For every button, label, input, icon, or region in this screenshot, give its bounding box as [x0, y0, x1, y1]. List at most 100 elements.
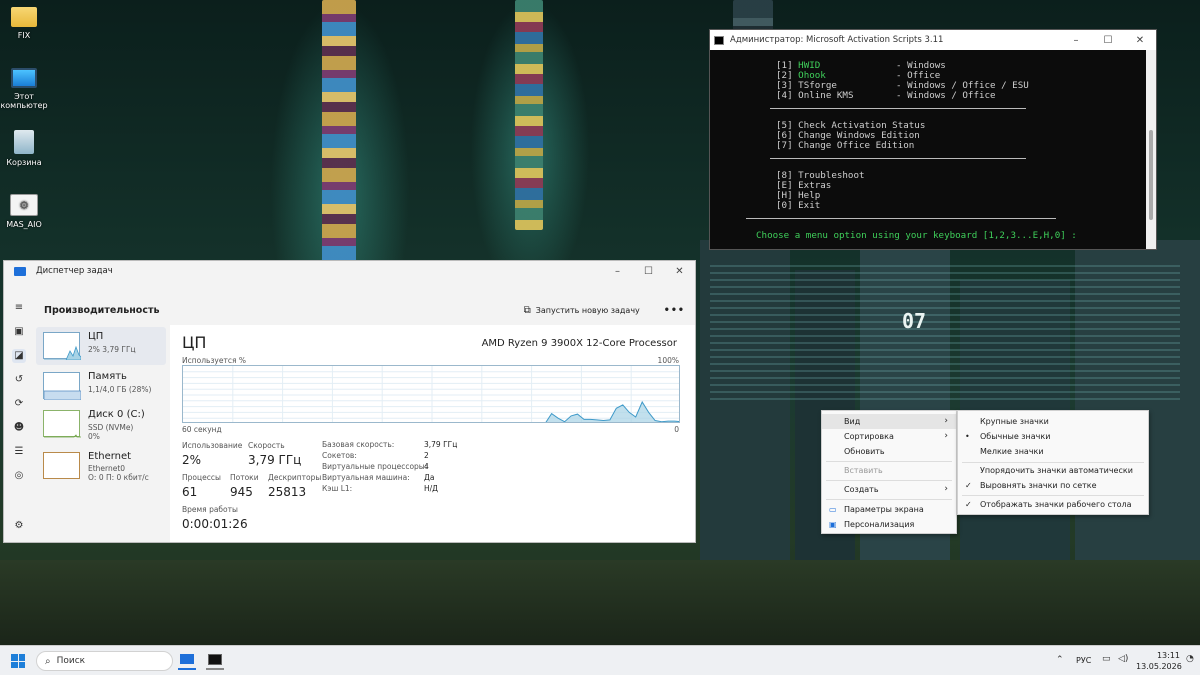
taskbar-app-cmd[interactable] — [206, 652, 224, 670]
handles-value: 25813 — [268, 485, 307, 499]
desktop-icon-label: MAS_AIO — [6, 220, 42, 229]
desktop-icon-label: FIX — [17, 31, 31, 40]
perf-item-cpu[interactable]: ЦП 2% 3,79 ГГц — [36, 327, 166, 365]
desktop-icon-recycle-bin[interactable]: Корзина — [0, 130, 50, 167]
start-button[interactable] — [11, 654, 25, 668]
detail-key: Сокетов: — [322, 451, 357, 460]
submenu-large-icons[interactable]: Крупные значки — [958, 414, 1148, 429]
clock-time: 13:11 — [1156, 651, 1180, 660]
network-icon[interactable]: ▭ — [1102, 654, 1111, 664]
tray-chevron-up-icon[interactable]: ⌃ — [1056, 655, 1064, 665]
submenu-align-grid[interactable]: ✓ Выровнять значки по сетке — [958, 478, 1148, 493]
hamburger-menu-icon[interactable]: ≡ — [12, 301, 26, 315]
submenu-small-icons[interactable]: Мелкие значки — [958, 444, 1148, 459]
cpu-model: AMD Ryzen 9 3900X 12-Core Processor — [481, 338, 677, 349]
settings-gear-icon[interactable]: ⚙ — [12, 519, 26, 533]
minimize-button[interactable]: – — [602, 266, 633, 277]
close-button[interactable]: ✕ — [1124, 35, 1156, 46]
tm-header: Производительность ⧉ Запустить новую зад… — [34, 295, 695, 325]
processes-value: 61 — [182, 485, 198, 499]
performance-icon[interactable]: ◪ — [12, 349, 26, 363]
handles-label: Дескрипторы — [268, 473, 322, 482]
cmd-separator — [770, 158, 1026, 159]
perf-item-name: Диск 0 (C:) — [88, 409, 145, 420]
detail-value: 3,79 ГГц — [424, 440, 458, 449]
computer-icon — [11, 68, 37, 88]
perf-item-memory[interactable]: Память 1,1/4,0 ГБ (28%) — [36, 367, 166, 405]
run-task-icon: ⧉ — [523, 304, 531, 316]
maximize-button[interactable]: ☐ — [1092, 35, 1124, 46]
chevron-right-icon: › — [944, 484, 948, 494]
menu-item-display-settings[interactable]: ▭ Параметры экрана — [822, 502, 956, 517]
notification-bell-icon[interactable]: ◔ — [1186, 654, 1194, 664]
checkmark-icon: ✓ — [965, 500, 972, 509]
memory-thumbnail-graph — [43, 372, 82, 401]
menu-item-view[interactable]: Вид › — [822, 414, 956, 429]
desktop-icon-mas-aio[interactable]: ⚙ MAS_AIO — [0, 194, 50, 229]
taskbar-app-taskmgr[interactable] — [178, 652, 196, 670]
menu-separator — [962, 495, 1144, 496]
menu-item-personalize[interactable]: ▣ Персонализация — [822, 517, 956, 532]
close-button[interactable]: ✕ — [664, 266, 695, 277]
volume-icon[interactable]: ◁) — [1118, 654, 1128, 664]
desktop-icon-label: Этот компьютер — [0, 92, 48, 110]
scrollbar-thumb[interactable] — [1149, 130, 1153, 220]
cmd-console[interactable]: [1] HWID - Windows [2] Ohook - Office [3… — [710, 50, 1146, 249]
maximize-button[interactable]: ☐ — [633, 266, 664, 277]
neon-tower-center — [515, 0, 543, 230]
services-icon[interactable]: ◎ — [12, 469, 26, 483]
cmd-option-4: [4] Online KMS — [776, 90, 854, 101]
cmd-window[interactable]: Администратор: Microsoft Activation Scri… — [709, 29, 1157, 250]
chevron-right-icon: › — [944, 431, 948, 441]
startup-icon[interactable]: ⟳ — [12, 397, 26, 411]
submenu-medium-icons[interactable]: • Обычные значки — [958, 429, 1148, 444]
detail-key: Виртуальные процессоры: — [322, 462, 428, 471]
taskbar-search[interactable]: ⌕ Поиск — [36, 651, 173, 671]
chevron-right-icon: › — [944, 416, 948, 426]
perf-item-sub: SSD (NVMe) — [88, 423, 134, 432]
clock[interactable]: 13:11 13.05.2026 — [1136, 650, 1182, 672]
cmd-scrollbar[interactable] — [1146, 50, 1156, 249]
language-indicator[interactable]: РУС — [1076, 656, 1091, 665]
detail-value: Н/Д — [424, 484, 439, 493]
graph-time-label: 60 секунд — [182, 425, 222, 434]
perf-item-name: ЦП — [88, 331, 104, 342]
desktop-icon-this-pc[interactable]: Этот компьютер — [0, 68, 50, 110]
cpu-usage-graph — [182, 365, 680, 423]
perf-item-disk[interactable]: Диск 0 (C:) SSD (NVMe) 0% — [36, 405, 166, 443]
taskbar: ⌕ Поиск ⌃ РУС ▭ ◁) 13:11 13.05.2026 ◔ — [0, 645, 1200, 675]
perf-item-ethernet[interactable]: Ethernet Ethernet0 О: 0 П: 0 кбит/с — [36, 447, 166, 485]
threads-label: Потоки — [230, 473, 259, 482]
desktop-icon-fix[interactable]: FIX — [0, 7, 50, 40]
cmd-option-4-target: - Windows / Office — [896, 90, 996, 101]
task-manager-window[interactable]: Диспетчер задач – ☐ ✕ ≡ ▣ ◪ ↺ ⟳ ☻ ☰ ◎ ⚙ … — [3, 260, 696, 543]
submenu-show-desktop-icons[interactable]: ✓ Отображать значки рабочего стола — [958, 497, 1148, 512]
submenu-auto-arrange[interactable]: Упорядочить значки автоматически — [958, 463, 1148, 478]
run-new-task-button[interactable]: ⧉ Запустить новую задачу — [524, 305, 640, 316]
search-placeholder: Поиск — [56, 656, 86, 666]
menu-item-paste: Вставить — [844, 466, 883, 475]
cmd-separator — [770, 108, 1026, 109]
radio-dot-icon: • — [965, 432, 970, 441]
run-task-label: Запустить новую задачу — [535, 305, 640, 315]
app-history-icon[interactable]: ↺ — [12, 373, 26, 387]
menu-item-new[interactable]: Создать › — [822, 482, 956, 497]
detail-value: 2 — [424, 451, 429, 460]
menu-item-refresh[interactable]: Обновить — [822, 444, 956, 459]
cmd-prompt: Choose a menu option using your keyboard… — [756, 230, 1077, 241]
processes-icon[interactable]: ▣ — [12, 325, 26, 339]
cmd-separator — [746, 218, 1056, 219]
uptime-label: Время работы — [182, 505, 238, 514]
perf-item-sub: 1,1/4,0 ГБ (28%) — [88, 385, 152, 394]
cmd-titlebar[interactable]: Администратор: Microsoft Activation Scri… — [710, 30, 1156, 50]
desktop-icon-label: Корзина — [6, 158, 42, 167]
minimize-button[interactable]: – — [1060, 35, 1092, 46]
details-icon[interactable]: ☰ — [12, 445, 26, 459]
graph-ymax: 100% — [657, 356, 679, 365]
cmd-option-0: [0] Exit — [776, 200, 821, 211]
users-icon[interactable]: ☻ — [12, 421, 26, 435]
more-options-button[interactable]: ••• — [664, 305, 685, 316]
menu-separator — [826, 499, 952, 500]
tm-titlebar[interactable]: Диспетчер задач – ☐ ✕ — [4, 261, 695, 281]
menu-item-sort[interactable]: Сортировка › — [822, 429, 956, 444]
